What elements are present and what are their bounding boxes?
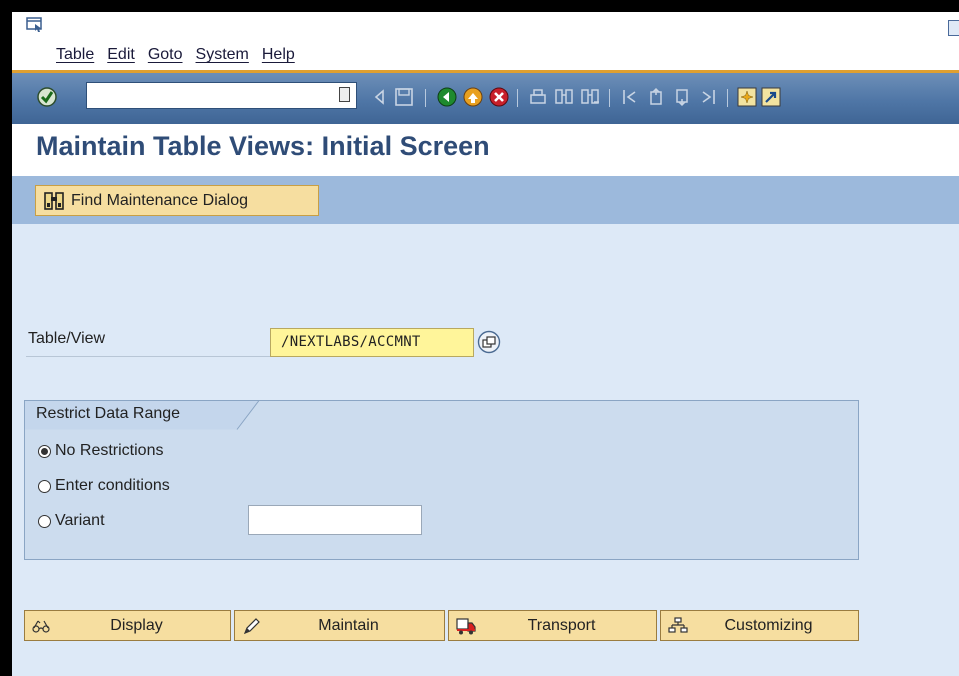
group-title: Restrict Data Range xyxy=(36,405,181,422)
radio-button[interactable] xyxy=(38,479,51,493)
radio-label: Enter conditions xyxy=(55,477,170,494)
shortcut-icon[interactable] xyxy=(760,86,782,108)
radio-no-restrictions[interactable]: No Restrictions xyxy=(38,442,163,460)
screen: Table Edit Goto System Help Maintain Tab… xyxy=(0,0,959,676)
maintain-label: Maintain xyxy=(318,616,379,634)
toolbar-separator xyxy=(425,89,426,107)
toolbar-separator xyxy=(727,89,728,107)
command-history-icon[interactable] xyxy=(339,87,350,102)
find-icon[interactable] xyxy=(553,86,575,108)
back-icon[interactable] xyxy=(436,86,458,108)
radio-button[interactable] xyxy=(38,514,51,528)
menu-table[interactable]: Table xyxy=(56,46,94,64)
print-icon[interactable] xyxy=(527,86,549,108)
radio-variant[interactable]: Variant xyxy=(38,512,105,530)
next-page-icon[interactable] xyxy=(671,86,693,108)
transport-button[interactable]: Transport xyxy=(448,610,657,641)
display-label: Display xyxy=(110,616,163,634)
exit-icon[interactable] xyxy=(462,86,484,108)
customizing-label: Customizing xyxy=(724,616,813,634)
find-next-icon[interactable] xyxy=(579,86,601,108)
page-title: Maintain Table Views: Initial Screen xyxy=(36,131,490,161)
binoculars-icon xyxy=(44,191,64,210)
truck-icon xyxy=(456,617,476,634)
first-page-icon[interactable] xyxy=(619,86,641,108)
value-help-icon[interactable] xyxy=(477,330,501,354)
maintain-button[interactable]: Maintain xyxy=(234,610,445,641)
menu-bar: Table Edit Goto System Help xyxy=(12,12,959,73)
menu-system[interactable]: System xyxy=(196,46,249,64)
cancel-icon[interactable] xyxy=(488,86,510,108)
find-maintenance-dialog-button[interactable]: Find Maintenance Dialog xyxy=(35,185,319,216)
table-view-input[interactable]: /NEXTLABS/ACCMNT xyxy=(270,328,474,357)
menu-edit[interactable]: Edit xyxy=(107,46,135,64)
back-arrow-icon[interactable] xyxy=(369,86,391,108)
standard-toolbar xyxy=(12,73,959,124)
enter-icon[interactable] xyxy=(36,86,58,108)
new-session-icon[interactable] xyxy=(736,86,758,108)
title-area: Maintain Table Views: Initial Screen xyxy=(12,124,959,176)
menu-help[interactable]: Help xyxy=(262,46,295,64)
radio-enter-conditions[interactable]: Enter conditions xyxy=(38,477,170,495)
radio-button-selected[interactable] xyxy=(38,444,51,458)
application-toolbar: Find Maintenance Dialog xyxy=(12,176,959,224)
radio-label: No Restrictions xyxy=(55,442,164,459)
hierarchy-icon xyxy=(668,616,688,633)
display-button[interactable]: Display xyxy=(24,610,231,641)
customizing-button[interactable]: Customizing xyxy=(660,610,859,641)
last-page-icon[interactable] xyxy=(697,86,719,108)
table-view-label: Table/View xyxy=(28,330,106,347)
sap-window: Table Edit Goto System Help Maintain Tab… xyxy=(12,12,959,676)
pencil-icon xyxy=(243,617,260,634)
save-icon[interactable] xyxy=(393,86,415,108)
window-control-icon[interactable] xyxy=(948,20,959,36)
variant-input[interactable] xyxy=(248,505,422,535)
content-area: Table/View /NEXTLABS/ACCMNT Restrict Dat… xyxy=(12,224,959,676)
glasses-icon xyxy=(32,620,50,633)
toolbar-separator xyxy=(517,89,518,107)
find-maintenance-dialog-label: Find Maintenance Dialog xyxy=(71,191,248,209)
menu-goto[interactable]: Goto xyxy=(148,46,183,64)
system-menu-icon[interactable] xyxy=(26,17,44,33)
label-underline xyxy=(26,356,271,357)
menu: Table Edit Goto System Help xyxy=(56,46,308,64)
command-field[interactable] xyxy=(86,82,357,109)
transport-label: Transport xyxy=(527,616,596,634)
radio-label: Variant xyxy=(55,512,105,529)
previous-page-icon[interactable] xyxy=(645,86,667,108)
toolbar-separator xyxy=(609,89,610,107)
